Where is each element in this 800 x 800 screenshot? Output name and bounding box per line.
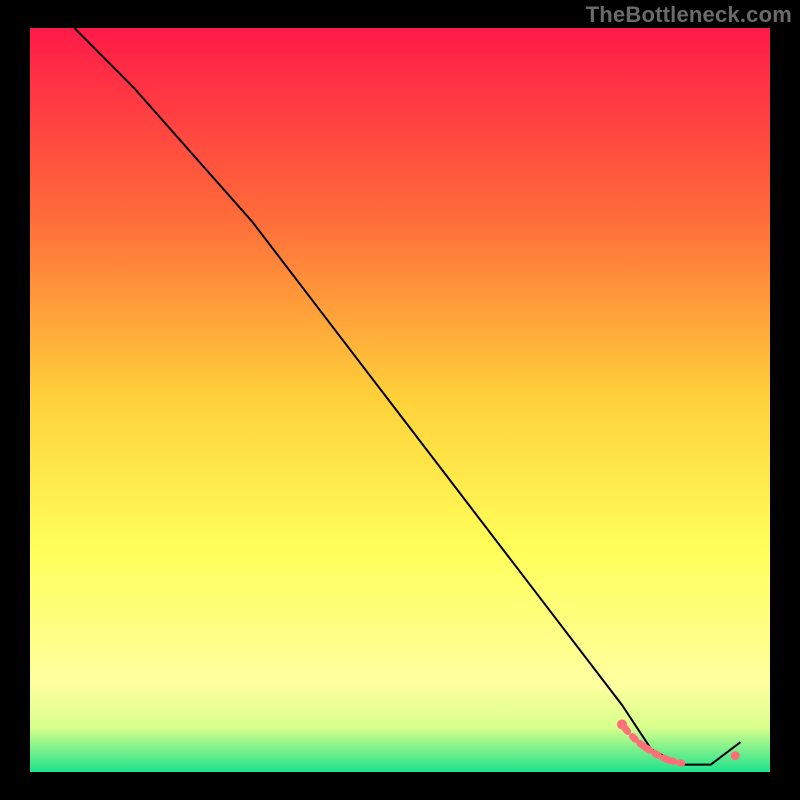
- plot-background: [30, 28, 770, 772]
- chart-container: { "watermark": "TheBottleneck.com", "cha…: [0, 0, 800, 800]
- watermark: TheBottleneck.com: [586, 2, 792, 28]
- line-chart: [0, 0, 800, 800]
